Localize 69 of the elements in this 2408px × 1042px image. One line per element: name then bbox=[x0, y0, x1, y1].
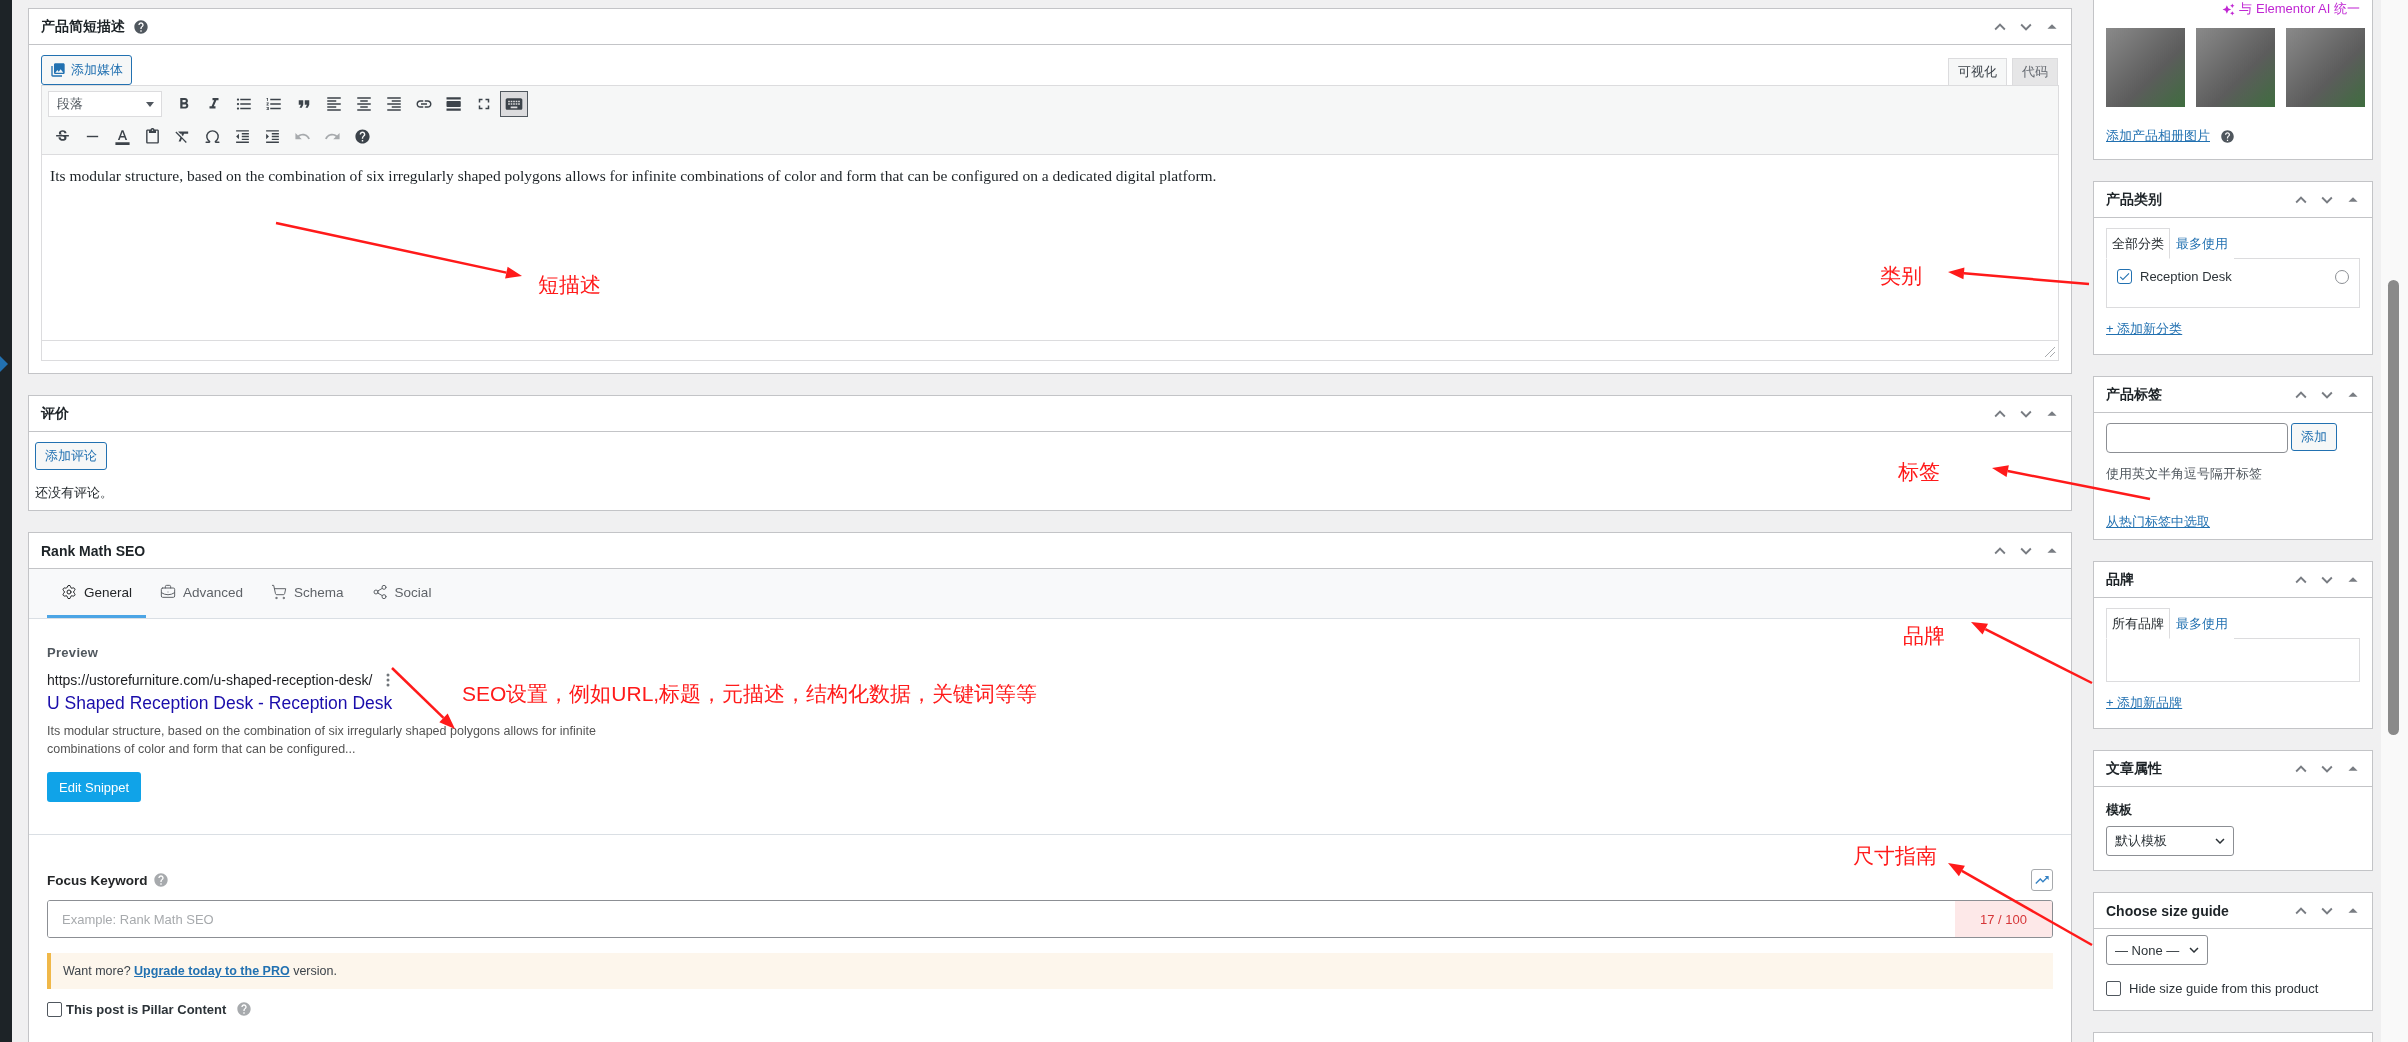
help-icon[interactable] bbox=[133, 18, 149, 35]
annotation-text: 类别 bbox=[1880, 263, 1922, 289]
seo-tab[interactable]: Advanced bbox=[146, 569, 258, 618]
box-title: 产品类别 bbox=[2106, 190, 2162, 209]
gear-icon bbox=[61, 584, 77, 600]
brand-tab[interactable]: 所有品牌 bbox=[2106, 608, 2170, 639]
box-title: Choose size guide bbox=[2106, 902, 2229, 919]
add-category-link[interactable]: + 添加新分类 bbox=[2106, 321, 2183, 336]
annotation-text: 尺寸指南 bbox=[1853, 843, 1937, 869]
primary-radio[interactable] bbox=[2335, 269, 2349, 284]
elementor-ai-link[interactable]: 与 Elementor AI 统一 bbox=[2222, 0, 2360, 18]
help-icon[interactable] bbox=[2220, 128, 2235, 144]
more-icon[interactable] bbox=[386, 673, 391, 687]
box-title: 产品标签 bbox=[2106, 385, 2162, 404]
cart-icon bbox=[271, 584, 288, 600]
add-media-button[interactable]: 添加媒体 bbox=[41, 55, 132, 85]
keyword-counter: 17 / 100 bbox=[1955, 901, 2052, 937]
box-title: 文章属性 bbox=[2106, 759, 2162, 778]
briefcase-icon bbox=[160, 584, 177, 600]
seo-tab[interactable]: Social bbox=[357, 569, 446, 618]
dropdown-icon bbox=[146, 101, 154, 107]
add-gallery-link[interactable]: 添加产品相册图片 bbox=[2106, 127, 2210, 145]
popular-tags-link[interactable]: 从热门标签中选取 bbox=[2106, 514, 2210, 529]
notice-text: Want more? Upgrade today to the PRO version. bbox=[63, 964, 337, 978]
edit-snippet-button[interactable]: Edit Snippet bbox=[47, 772, 142, 802]
seo-tab[interactable]: Schema bbox=[257, 569, 358, 618]
checkbox[interactable] bbox=[2106, 981, 2121, 996]
add-tag-button[interactable]: 添加 bbox=[2291, 423, 2337, 451]
focus-keyword-label: Focus Keyword bbox=[47, 872, 148, 888]
checkbox-label: This post is Pillar Content bbox=[66, 1001, 227, 1017]
checkbox[interactable] bbox=[47, 1001, 62, 1017]
add-review-button[interactable]: 添加评论 bbox=[35, 442, 107, 470]
box-title: 产品简短描述 bbox=[41, 17, 125, 36]
tag-input[interactable] bbox=[2106, 423, 2288, 453]
add-brand-link[interactable]: + 添加新品牌 bbox=[2106, 695, 2183, 710]
category-tab[interactable]: 全部分类 bbox=[2106, 228, 2170, 259]
sparkle-icon bbox=[2222, 2, 2236, 16]
trend-icon[interactable] bbox=[2031, 869, 2053, 891]
scrollbar-thumb[interactable] bbox=[2388, 280, 2399, 735]
category-label: Reception Desk bbox=[2140, 269, 2232, 284]
annotation-text: SEO设置，例如URL,标题，元描述，结构化数据，关键词等等 bbox=[462, 681, 1038, 707]
share-icon bbox=[371, 584, 388, 600]
template-select[interactable]: 默认模板 bbox=[2106, 826, 2234, 856]
editor-text[interactable]: Its modular structure, based on the combination of six irregularly shaped polygons allows for infinite combinations of color and form that can be configured on a dedicated digital platform. bbox=[50, 167, 1217, 184]
checkbox-label: Hide size guide from this product bbox=[2129, 981, 2319, 996]
seo-tab[interactable]: General bbox=[47, 569, 147, 618]
box-title: 评价 bbox=[41, 404, 69, 423]
annotation-text: 标签 bbox=[1898, 459, 1940, 485]
preview-title: U Shaped Reception Desk - Reception Desk bbox=[47, 693, 393, 714]
box-title: 品牌 bbox=[2106, 570, 2134, 589]
preview-url: https://ustorefurniture.com/u-shaped-reception-desk/ bbox=[47, 672, 373, 688]
editor-tab[interactable]: 代码 bbox=[2012, 58, 2058, 85]
format-select[interactable]: 段落 bbox=[48, 91, 162, 117]
tag-hint: 使用英文半角逗号隔开标签 bbox=[2106, 465, 2262, 483]
annotation-text: 短描述 bbox=[538, 272, 601, 298]
box-title: Rank Math SEO bbox=[41, 542, 146, 559]
upgrade-link[interactable]: Upgrade today to the PRO bbox=[134, 964, 290, 978]
empty-reviews-text: 还没有评论。 bbox=[35, 484, 113, 502]
focus-keyword-field[interactable]: Example: Rank Math SEO 17 / 100 bbox=[47, 900, 2053, 938]
preview-description: Its modular structure, based on the combination of six irregularly shaped polygons allows for infinite combinations of color and form that can be configured... bbox=[47, 723, 597, 758]
keyboard-icon[interactable] bbox=[500, 91, 528, 117]
annotation-text: 品牌 bbox=[1903, 623, 1945, 649]
template-label: 模板 bbox=[2106, 801, 2132, 819]
collapse-marker[interactable] bbox=[0, 356, 8, 372]
size-guide-select[interactable]: — None — bbox=[2106, 935, 2209, 965]
checkbox[interactable] bbox=[2117, 269, 2132, 284]
editor-tab[interactable]: 可视化 bbox=[1948, 58, 2007, 85]
preview-label: Preview bbox=[47, 645, 99, 660]
media-icon bbox=[50, 62, 66, 78]
